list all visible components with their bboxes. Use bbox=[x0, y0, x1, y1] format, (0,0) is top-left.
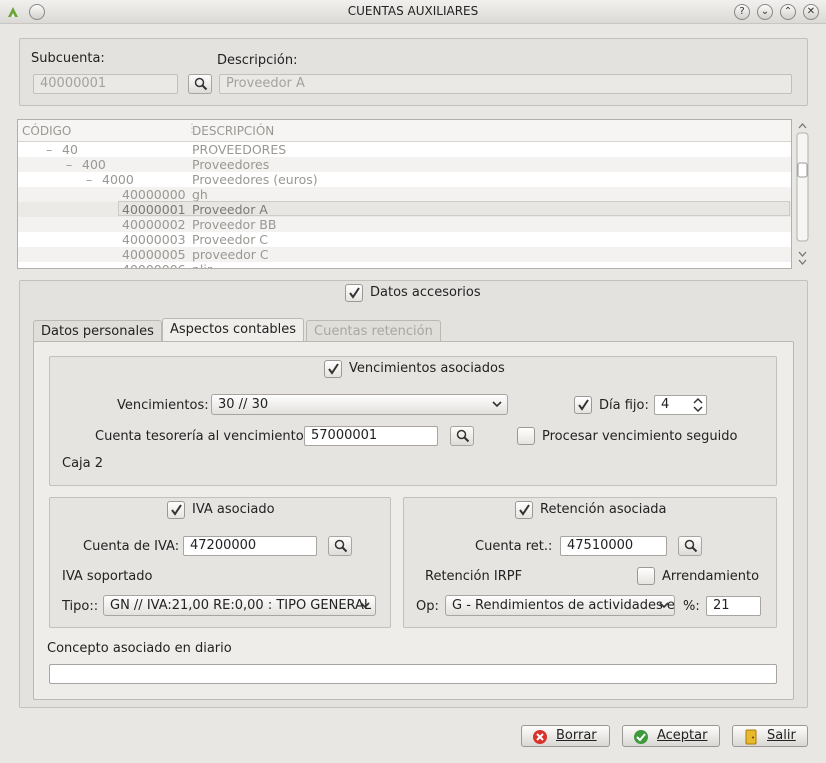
search-icon bbox=[684, 539, 698, 553]
spin-arrows-icon[interactable] bbox=[693, 397, 703, 413]
help-button[interactable]: ? bbox=[734, 4, 750, 20]
cuenta-tesoreria-search-button[interactable] bbox=[450, 426, 474, 446]
dia-fijo-spinbox[interactable]: 4 bbox=[654, 395, 707, 415]
tab-cuentas-retencion[interactable]: Cuentas retención bbox=[306, 320, 441, 342]
search-icon bbox=[194, 77, 208, 91]
concepto-input[interactable] bbox=[49, 664, 777, 684]
checkmark-icon bbox=[578, 399, 589, 411]
tree-row[interactable]: – 4000 Proveedores (euros) bbox=[18, 172, 791, 187]
tree-row[interactable]: 40000002 Proveedor BB bbox=[18, 217, 791, 232]
cuenta-ret-search-button[interactable] bbox=[678, 536, 702, 556]
procesar-vencimiento-label: Procesar vencimiento seguido bbox=[542, 429, 738, 444]
checkmark-icon bbox=[634, 730, 648, 744]
tree-header-code[interactable]: CÓDIGO bbox=[22, 124, 71, 138]
tree-row-selected[interactable]: 40000001 Proveedor A bbox=[18, 201, 791, 217]
op-label: Op: bbox=[416, 599, 439, 614]
pct-label: %: bbox=[683, 599, 700, 614]
tree-row[interactable]: 40000005 proveedor C bbox=[18, 247, 791, 262]
cuenta-ret-input[interactable]: 47510000 bbox=[560, 536, 667, 556]
op-select[interactable]: G - Rendimientos de actividades e bbox=[445, 595, 675, 616]
tree-row[interactable]: – 40 PROVEEDORES bbox=[18, 142, 791, 157]
datos-accesorios-label: Datos accesorios bbox=[370, 285, 481, 300]
cuenta-tesoreria-label: Cuenta tesorería al vencimiento bbox=[95, 429, 304, 444]
checkmark-icon bbox=[519, 504, 530, 516]
tree-expander-icon[interactable]: – bbox=[46, 142, 52, 157]
tree-header-description[interactable]: DESCRIPCIÓN bbox=[192, 124, 274, 138]
iva-group-label: IVA asociado bbox=[192, 502, 275, 517]
checkmark-icon bbox=[171, 504, 182, 516]
vencimientos-select[interactable]: 30 // 30 bbox=[211, 394, 508, 415]
search-icon bbox=[456, 429, 470, 443]
tree-header: CÓDIGO ⋮ DESCRIPCIÓN bbox=[18, 120, 791, 142]
cuenta-iva-search-button[interactable] bbox=[328, 536, 352, 556]
cuenta-ret-label: Cuenta ret.: bbox=[475, 539, 553, 554]
subcuenta-input[interactable]: 40000001 bbox=[33, 74, 178, 94]
checkmark-icon bbox=[349, 287, 360, 299]
close-button[interactable]: ✕ bbox=[803, 4, 819, 20]
tree-row[interactable]: 40000006 plir bbox=[18, 262, 791, 268]
minimize-button[interactable]: ⌄ bbox=[757, 4, 773, 20]
retencion-group-label: Retención asociada bbox=[540, 502, 667, 517]
window-title: CUENTAS AUXILIARES bbox=[347, 4, 479, 18]
procesar-vencimiento-checkbox[interactable] bbox=[517, 427, 535, 445]
tab-aspectos-contables[interactable]: Aspectos contables bbox=[162, 318, 305, 342]
delete-icon bbox=[533, 730, 547, 744]
tree-expander-icon[interactable]: – bbox=[86, 172, 92, 187]
datos-accesorios-checkbox[interactable] bbox=[345, 284, 363, 302]
vencimientos-group-label: Vencimientos asociados bbox=[349, 361, 505, 376]
iva-description: IVA soportado bbox=[62, 569, 153, 584]
accounts-tree[interactable]: CÓDIGO ⋮ DESCRIPCIÓN – 40 PROVEEDORES – … bbox=[17, 119, 792, 269]
cuenta-iva-input[interactable]: 47200000 bbox=[183, 536, 317, 556]
tree-row[interactable]: – 400 Proveedores bbox=[18, 157, 791, 172]
tipo-label: Tipo:: bbox=[62, 599, 99, 614]
pct-input[interactable]: 21 bbox=[706, 596, 761, 616]
chevron-down-icon bbox=[360, 602, 370, 609]
search-icon bbox=[334, 539, 348, 553]
iva-asociado-checkbox[interactable] bbox=[167, 501, 185, 519]
tipo-iva-select[interactable]: GN // IVA:21,00 RE:0,00 : TIPO GENERAL bbox=[103, 595, 376, 616]
cuenta-iva-label: Cuenta de IVA: bbox=[83, 539, 180, 554]
tab-datos-personales[interactable]: Datos personales bbox=[33, 320, 162, 342]
title-bar: CUENTAS AUXILIARES ? ⌄ ⌃ ✕ bbox=[0, 0, 826, 24]
retencion-asociada-checkbox[interactable] bbox=[515, 501, 533, 519]
borrar-button[interactable]: Borrar bbox=[521, 725, 610, 747]
retencion-description: Retención IRPF bbox=[425, 569, 523, 584]
checkmark-icon bbox=[328, 363, 339, 375]
tree-row[interactable]: 40000000 gh bbox=[18, 187, 791, 202]
arrendamiento-label: Arrendamiento bbox=[662, 569, 760, 584]
descripcion-input[interactable]: Proveedor A bbox=[219, 74, 792, 94]
cuenta-tesoreria-input[interactable]: 57000001 bbox=[304, 426, 438, 446]
dia-fijo-label: Día fijo: bbox=[599, 398, 649, 413]
vencimientos-checkbox[interactable] bbox=[324, 360, 342, 378]
tree-scrollbar[interactable] bbox=[795, 119, 810, 269]
tree-expander-icon[interactable]: – bbox=[66, 157, 72, 172]
maximize-button[interactable]: ⌃ bbox=[780, 4, 796, 20]
dia-fijo-checkbox[interactable] bbox=[574, 396, 592, 414]
subcuenta-label: Subcuenta: bbox=[31, 51, 105, 66]
vencimientos-label: Vencimientos: bbox=[117, 398, 209, 413]
salir-button[interactable]: Salir bbox=[732, 725, 808, 747]
tree-row[interactable]: 40000003 Proveedor C bbox=[18, 232, 791, 247]
chevron-down-icon bbox=[492, 401, 502, 408]
arrendamiento-checkbox[interactable] bbox=[637, 567, 655, 585]
chevron-down-icon bbox=[659, 602, 669, 609]
exit-door-icon bbox=[745, 729, 757, 745]
cuenta-tesoreria-description: Caja 2 bbox=[62, 456, 104, 471]
concepto-label: Concepto asociado en diario bbox=[47, 641, 232, 656]
account-header-panel bbox=[19, 38, 808, 106]
scrollbar-icon bbox=[796, 123, 809, 265]
aceptar-button[interactable]: Aceptar bbox=[622, 725, 720, 747]
subcuenta-search-button[interactable] bbox=[188, 74, 212, 94]
descripcion-label: Descripción: bbox=[217, 53, 298, 68]
